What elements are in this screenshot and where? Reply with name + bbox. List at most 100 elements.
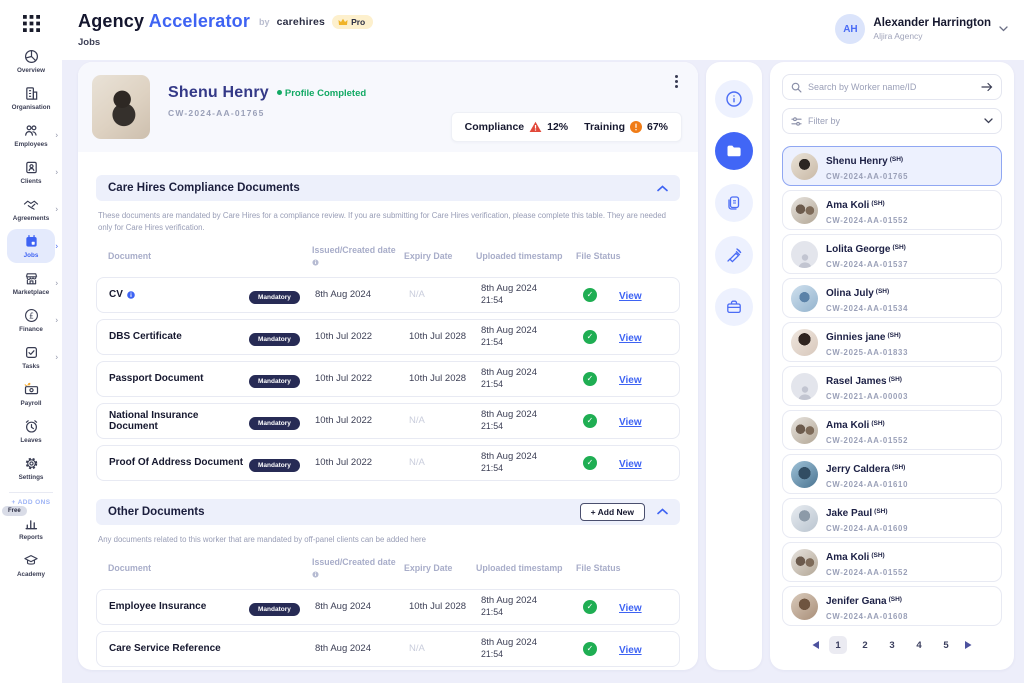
- column-status: File Status: [576, 251, 664, 263]
- worker-avatar-placeholder: [791, 241, 818, 268]
- sidebar-item-employees[interactable]: Employees ›: [0, 117, 62, 153]
- arrow-right-icon[interactable]: [981, 82, 993, 92]
- worker-list-item[interactable]: Jenifer Gana(SH)CW-2024-AA-01608: [782, 586, 1002, 626]
- worker-list-item[interactable]: Rasel James(SH)CW-2021-AA-00003: [782, 366, 1002, 406]
- expiry-date: 10th Jul 2028: [409, 373, 481, 384]
- page-button[interactable]: 4: [910, 636, 928, 654]
- issued-date: 10th Jul 2022: [315, 415, 409, 426]
- worker-avatar: [791, 505, 818, 532]
- tab-info[interactable]: [715, 80, 753, 118]
- documents-icon: [725, 194, 743, 212]
- uploaded-timestamp: 8th Aug 202421:54: [481, 409, 583, 432]
- chevron-right-icon: ›: [55, 168, 58, 177]
- next-page-icon[interactable]: [964, 640, 973, 650]
- sidebar-item-clients[interactable]: Clients ›: [0, 154, 62, 190]
- expiry-date: N/A: [409, 289, 481, 300]
- page-button[interactable]: 5: [937, 636, 955, 654]
- search-input[interactable]: [808, 82, 975, 92]
- add-new-button[interactable]: + Add New: [580, 503, 645, 521]
- worker-list-item[interactable]: Lolita George(SH)CW-2024-AA-01537: [782, 234, 1002, 274]
- info-icon[interactable]: [312, 571, 319, 578]
- uploaded-timestamp: 8th Aug 202421:54: [481, 451, 583, 474]
- worker-list-item[interactable]: Ama Koli(SH)CW-2024-AA-01552: [782, 190, 1002, 230]
- sidebar-item-reports[interactable]: Free Reports: [0, 510, 62, 546]
- uploaded-timestamp: 8th Aug 202421:54: [481, 637, 583, 660]
- tab-vaccination[interactable]: [715, 236, 753, 274]
- profile-header: Shenu Henry Profile Completed CW-2024-AA…: [78, 62, 698, 152]
- sidebar-item-tasks[interactable]: Tasks ›: [0, 339, 62, 375]
- document-row-passport: Passport Document Mandatory 10th Jul 202…: [96, 361, 680, 397]
- uploaded-timestamp: 8th Aug 202421:54: [481, 367, 583, 390]
- building-icon: [24, 86, 39, 101]
- worker-list-item[interactable]: Shenu Henry(SH)CW-2024-AA-01765: [782, 146, 1002, 186]
- sidebar-item-academy[interactable]: Academy: [0, 547, 62, 583]
- sidebar-item-settings[interactable]: Settings: [0, 450, 62, 486]
- view-link[interactable]: View: [619, 333, 642, 344]
- user-menu[interactable]: AH Alexander Harrington Aljira Agency: [835, 14, 1008, 44]
- collapse-chevron-icon[interactable]: [657, 508, 668, 515]
- sidebar-item-leaves[interactable]: Leaves: [0, 413, 62, 449]
- sidebar-item-payroll[interactable]: Payroll: [0, 376, 62, 412]
- banknote-icon: [23, 382, 40, 397]
- view-link[interactable]: View: [619, 645, 642, 656]
- tab-documents-folder[interactable]: [715, 132, 753, 170]
- document-row-dbs: DBS Certificate Mandatory 10th Jul 2022 …: [96, 319, 680, 355]
- collapse-chevron-icon[interactable]: [657, 185, 668, 192]
- filter-dropdown[interactable]: Filter by: [782, 108, 1002, 134]
- info-icon[interactable]: [127, 291, 135, 299]
- people-icon: [24, 123, 39, 138]
- worker-list-item[interactable]: Olina July(SH)CW-2024-AA-01534: [782, 278, 1002, 318]
- worker-list-item[interactable]: Jake Paul(SH)CW-2024-AA-01609: [782, 498, 1002, 538]
- worker-avatar-placeholder: [791, 373, 818, 400]
- verified-check-icon: ✓: [583, 600, 597, 614]
- prev-page-icon[interactable]: [811, 640, 820, 650]
- sidebar-item-marketplace[interactable]: Marketplace ›: [0, 265, 62, 301]
- view-link[interactable]: View: [619, 459, 642, 470]
- tab-copies[interactable]: [715, 184, 753, 222]
- warning-circle-icon: [630, 121, 642, 133]
- sidebar-item-jobs[interactable]: Jobs ›: [0, 228, 62, 264]
- sidebar-item-organisation[interactable]: Organisation: [0, 80, 62, 116]
- worker-list: Shenu Henry(SH)CW-2024-AA-01765 Ama Koli…: [782, 146, 1002, 626]
- app-grid-icon[interactable]: [21, 13, 41, 33]
- view-link[interactable]: View: [619, 375, 642, 386]
- info-icon[interactable]: [312, 259, 319, 266]
- mandatory-badge: Mandatory: [249, 603, 300, 616]
- issued-date: 10th Jul 2022: [315, 373, 409, 384]
- search-icon: [791, 82, 802, 93]
- document-name: National Insurance Document: [109, 410, 249, 432]
- more-options-button[interactable]: [668, 72, 684, 90]
- sidebar-item-finance[interactable]: £ Finance ›: [0, 302, 62, 338]
- mandatory-badge: Mandatory: [249, 291, 300, 304]
- chevron-down-icon: [984, 118, 993, 124]
- worker-search[interactable]: [782, 74, 1002, 100]
- sidebar-item-overview[interactable]: Overview: [0, 43, 62, 79]
- page-button[interactable]: 3: [883, 636, 901, 654]
- worker-name: Shenu Henry: [168, 84, 269, 102]
- worker-avatar: [791, 329, 818, 356]
- section-description: These documents are mandated by Care Hir…: [98, 210, 673, 234]
- page-button[interactable]: 1: [829, 636, 847, 654]
- column-issued: Issued/Created date: [312, 557, 404, 581]
- verified-check-icon: ✓: [583, 288, 597, 302]
- calendar-icon: [24, 234, 39, 249]
- sidebar-item-agreements[interactable]: Agreements ›: [0, 191, 62, 227]
- view-link[interactable]: View: [619, 603, 642, 614]
- column-issued: Issued/Created date: [312, 245, 404, 269]
- worker-list-item[interactable]: Ama Koli(SH)CW-2024-AA-01552: [782, 410, 1002, 450]
- folder-icon: [725, 142, 743, 160]
- page-button[interactable]: 2: [856, 636, 874, 654]
- tab-work-history[interactable]: [715, 288, 753, 326]
- view-link[interactable]: View: [619, 417, 642, 428]
- worker-list-item[interactable]: Jerry Caldera(SH)CW-2024-AA-01610: [782, 454, 1002, 494]
- worker-list-item[interactable]: Ginnies jane(SH)CW-2025-AA-01833: [782, 322, 1002, 362]
- pro-badge: Pro: [332, 15, 373, 29]
- compliance-training-box: Compliance 12% Training 67%: [451, 112, 682, 142]
- issued-date: 8th Aug 2024: [315, 643, 409, 654]
- worker-avatar: [791, 417, 818, 444]
- view-link[interactable]: View: [619, 291, 642, 302]
- compliance-documents-section: Care Hires Compliance Documents These do…: [96, 175, 680, 481]
- worker-list-item[interactable]: Ama Koli(SH)CW-2024-AA-01552: [782, 542, 1002, 582]
- worker-avatar: [791, 197, 818, 224]
- alarm-clock-icon: [24, 419, 39, 434]
